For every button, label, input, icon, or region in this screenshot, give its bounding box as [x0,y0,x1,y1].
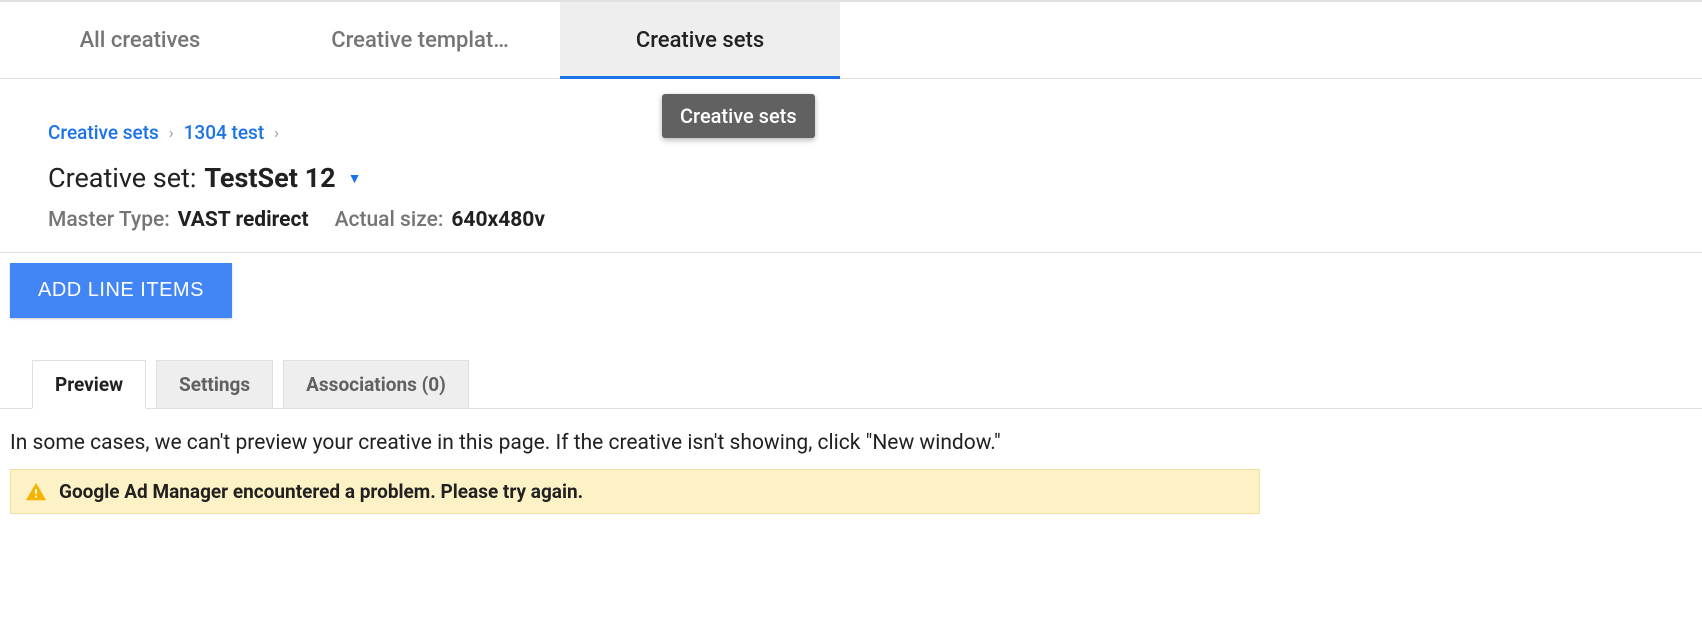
top-tabs-bar: All creatives Creative templat… Creative… [0,1,1702,79]
title-value: TestSet 12 [204,162,335,194]
chevron-right-icon: › [169,123,174,142]
chevron-right-icon: › [274,123,279,142]
breadcrumb-creative-sets[interactable]: Creative sets [48,121,159,144]
warning-icon [25,481,47,503]
master-type-label: Master Type: [48,208,170,232]
tooltip-creative-sets: Creative sets [662,94,815,138]
tab-all-creatives[interactable]: All creatives [0,2,280,78]
tab-creative-templates[interactable]: Creative templat… [280,2,560,78]
title-label: Creative set: [48,162,196,194]
warning-text: Google Ad Manager encountered a problem.… [59,480,583,503]
breadcrumb-1304-test[interactable]: 1304 test [184,121,265,144]
sub-tabs-bar: Preview Settings Associations (0) [0,328,1702,409]
tab-creative-sets[interactable]: Creative sets [560,2,840,78]
subtab-settings[interactable]: Settings [156,360,273,409]
master-type-value: VAST redirect [178,208,309,232]
preview-note: In some cases, we can't preview your cre… [0,409,1702,469]
action-row: ADD LINE ITEMS [0,253,1702,328]
actual-size-value: 640x480v [451,208,545,232]
meta-row: Master Type: VAST redirect Actual size: … [10,204,1702,252]
add-line-items-button[interactable]: ADD LINE ITEMS [10,263,232,318]
subtab-preview[interactable]: Preview [32,360,146,409]
actual-size-label: Actual size: [335,208,444,232]
page-title: Creative set: TestSet 12 ▼ [10,156,1702,204]
caret-down-icon[interactable]: ▼ [348,170,362,187]
subtab-associations[interactable]: Associations (0) [283,360,469,409]
warning-banner: Google Ad Manager encountered a problem.… [10,469,1260,514]
breadcrumb: Creative sets › 1304 test › [10,79,1702,156]
